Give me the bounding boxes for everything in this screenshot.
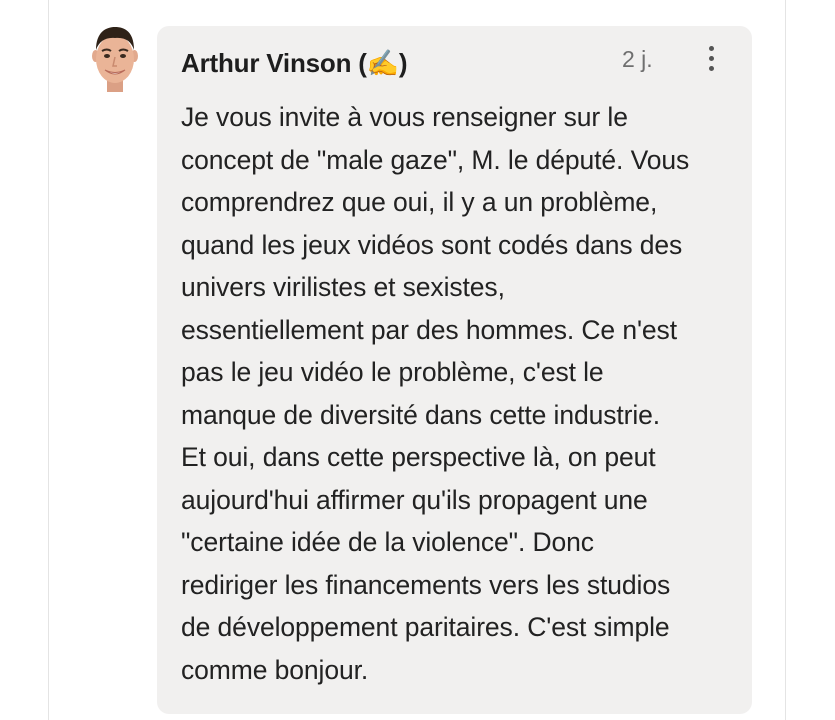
comment-line: quand les jeux vidéos sont codés dans de… bbox=[181, 229, 683, 260]
column-divider-right bbox=[785, 0, 786, 720]
avatar[interactable] bbox=[92, 26, 138, 92]
comment-timestamp: 2 j. bbox=[622, 46, 653, 72]
user-avatar-photo-icon bbox=[92, 27, 138, 92]
comment-author[interactable]: Arthur Vinson (✍️) bbox=[181, 48, 408, 79]
comment-thread: Arthur Vinson (✍️) 2 j. Je vous invite à… bbox=[0, 0, 835, 720]
comment-line: rediriger les financements vers les stud… bbox=[181, 569, 671, 600]
comment-line: manque de diversité dans cette industrie… bbox=[181, 399, 661, 430]
comment-line: essentiellement par des hommes. Ce n'est bbox=[181, 314, 677, 345]
more-options-button[interactable] bbox=[701, 42, 723, 76]
more-vertical-icon bbox=[709, 46, 714, 51]
comment-line: aujourd'hui affirmer qu'ils propagent un… bbox=[181, 484, 648, 515]
comment-line: comprendrez que oui, il y a un problème, bbox=[181, 187, 658, 217]
comment-line: de développement paritaires. C'est simpl… bbox=[181, 612, 670, 642]
comment-line: concept de "male gaze", M. le député. Vo… bbox=[181, 144, 690, 175]
more-vertical-icon-dot bbox=[709, 56, 714, 61]
comment-line: univers virilistes et sexistes, bbox=[181, 272, 505, 302]
more-vertical-icon-dot bbox=[709, 66, 714, 71]
comment-line: "certaine idée de la violence". Donc bbox=[181, 527, 594, 557]
comment-line: Je vous invite à vous renseigner sur le bbox=[181, 102, 628, 132]
comment-line: pas le jeu vidéo le problème, c'est le bbox=[181, 357, 604, 387]
comment-line: Et oui, dans cette perspective là, on pe… bbox=[181, 442, 656, 472]
comment-bubble: Arthur Vinson (✍️) 2 j. Je vous invite à… bbox=[157, 26, 752, 714]
comment-line: comme bonjour. bbox=[181, 654, 369, 685]
comment-body: Je vous invite à vous renseigner sur le … bbox=[181, 96, 741, 691]
column-divider-left bbox=[48, 0, 49, 720]
